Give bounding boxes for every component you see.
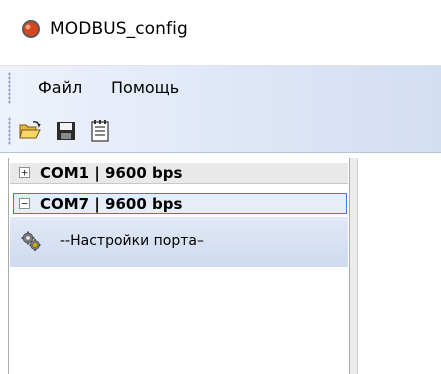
tree-node-com7[interactable]: − COM7 | 9600 bps [13, 193, 347, 214]
expand-plus-icon[interactable]: + [19, 167, 30, 178]
window-title: MODBUS_config [50, 19, 188, 39]
window-titlebar: MODBUS_config [0, 0, 441, 66]
pane-splitter[interactable] [350, 158, 358, 374]
app-logo-icon [22, 20, 40, 38]
open-folder-icon[interactable] [18, 119, 42, 143]
tree-node-label: COM7 | 9600 bps [40, 195, 183, 213]
menubar: Файл Помощь [0, 66, 441, 111]
notepad-icon[interactable] [88, 119, 112, 143]
gears-icon [21, 231, 41, 251]
collapse-minus-icon[interactable]: − [19, 198, 30, 209]
port-tree[interactable]: + COM1 | 9600 bps − COM7 | 9600 bps --На… [8, 158, 350, 374]
details-pane [358, 158, 441, 374]
menubar-grip[interactable] [8, 72, 11, 104]
menu-file[interactable]: Файл [36, 76, 84, 100]
tree-node-com1[interactable]: + COM1 | 9600 bps [10, 163, 348, 184]
toolbar [0, 111, 441, 153]
tree-node-label: COM1 | 9600 bps [40, 164, 183, 182]
save-icon[interactable] [54, 119, 78, 143]
tree-node-label: --Настройки порта– [60, 233, 204, 249]
tree-node-port-settings[interactable]: --Настройки порта– [10, 217, 348, 267]
toolbar-grip[interactable] [8, 117, 11, 145]
menu-help[interactable]: Помощь [109, 76, 181, 100]
